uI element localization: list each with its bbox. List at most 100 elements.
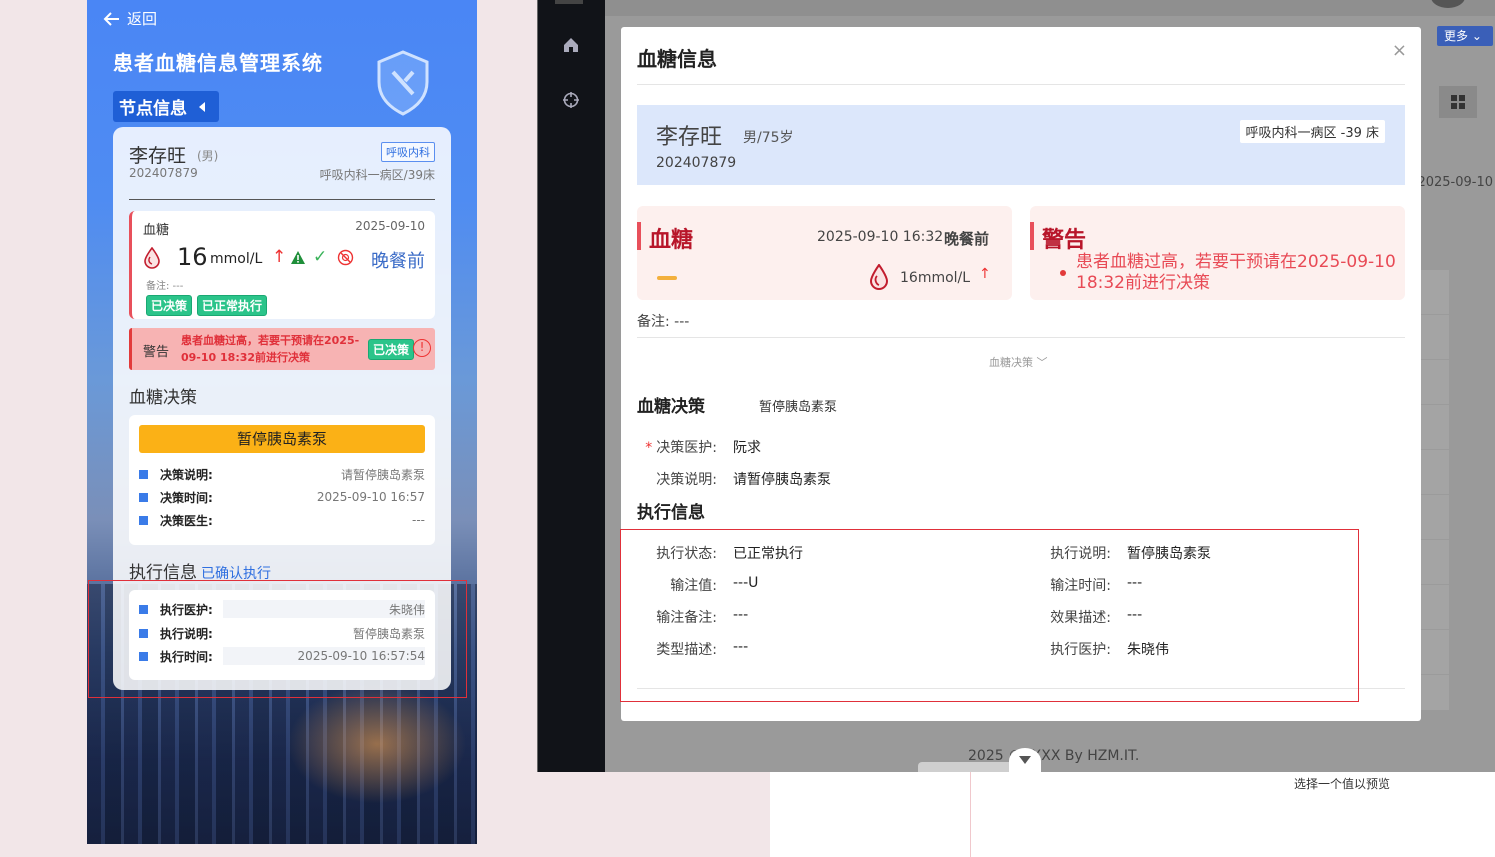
node-info-panel: 李存旺 (男) 呼吸内科 202407879 呼吸内科一病区/39床 血糖 20… <box>113 127 451 690</box>
grid-icon <box>1451 95 1465 109</box>
crosshair-icon[interactable] <box>562 91 580 109</box>
patient-sex-age: 男/75岁 <box>743 130 794 146</box>
node-info-label: 节点信息 <box>119 99 187 119</box>
execution-field: 执行说明: 暂停胰岛素泵 <box>1031 543 1211 563</box>
field-value: --- <box>1127 575 1143 591</box>
scroll-down-button[interactable] <box>1009 748 1041 774</box>
patient-bed: 呼吸内科一病区 -39 床 <box>1239 120 1385 143</box>
field-key-text: 决策医护: <box>656 440 717 456</box>
patient-bed: 呼吸内科一病区/39床 <box>319 168 435 182</box>
blood-sugar-card[interactable]: 血糖 2025-09-10 16 mmol/L ↑ ✓ 晚餐前 备注: --- … <box>129 211 435 319</box>
field-key: 执行说明: <box>1050 546 1111 562</box>
row-key: 执行医护: <box>160 602 213 617</box>
blood-sugar-label: 血糖 <box>143 223 170 238</box>
blood-sugar-card: 血糖 2025-09-10 16:32 晚餐前 16mmol/L ↑ <box>637 206 1012 300</box>
fold-label: 血糖决策 <box>989 356 1033 369</box>
field-value: --- <box>733 607 749 623</box>
dept-tag: 呼吸内科 <box>381 142 435 162</box>
caret-left-icon <box>199 101 205 112</box>
accent-bar <box>637 222 641 250</box>
status-tags: 已决策 已正常执行 <box>146 295 268 316</box>
warning-text: 患者血糖过高，若要干预请在2025-09-10 18:32前进行决策 <box>181 334 360 364</box>
system-title: 患者血糖信息管理系统 <box>113 51 323 75</box>
background-date: 2025-09-10 <box>1417 175 1493 190</box>
divider <box>129 199 435 200</box>
bullet-square-icon <box>139 469 148 479</box>
sidebar <box>538 0 605 772</box>
meal-time: 晚餐前 <box>371 251 425 272</box>
background-table <box>1419 270 1449 710</box>
warning-card[interactable]: 警告 患者血糖过高，若要干预请在2025-09-10 18:32前进行决策 已决… <box>129 328 435 370</box>
patient-name: 李存旺 <box>129 145 187 167</box>
decision-section-title: 血糖决策 <box>129 388 197 408</box>
warning-triangle-icon <box>291 251 305 264</box>
execution-card: 执行医护: 朱晓伟 执行说明: 暂停胰岛素泵 执行时间: 2025-09-10 … <box>129 590 435 680</box>
accent-bar <box>1030 222 1034 250</box>
decision-desc-field: 决策说明: 请暂停胰岛素泵 <box>637 469 831 489</box>
more-label: 更多 <box>1444 29 1469 43</box>
row-key: 决策说明: <box>160 467 213 482</box>
blood-sugar-datetime: 2025-09-10 16:32 <box>817 229 944 245</box>
field-key: 输注备注: <box>656 610 717 626</box>
dialog-title: 血糖信息 <box>637 47 717 71</box>
meal-time: 晚餐前 <box>944 230 990 248</box>
bullet-dot-icon <box>1060 270 1066 276</box>
field-value: ---U <box>733 575 759 591</box>
decision-action-button[interactable]: 暂停胰岛素泵 <box>139 425 425 453</box>
warning-card: 警告 患者血糖过高，若要干预请在2025-09-10 18:32前进行决策 <box>1030 206 1405 300</box>
blood-sugar-date: 2025-09-10 <box>355 219 425 233</box>
footer-copyright: 2025 ©XXXX By HZM.IT. <box>968 748 1140 764</box>
patient-sex: (男) <box>197 149 219 163</box>
decision-section-title: 血糖决策 <box>637 397 705 417</box>
decision-row: 决策医生: --- <box>139 511 425 529</box>
field-key: 输注值: <box>670 578 717 594</box>
forbidden-icon <box>337 249 354 266</box>
blood-sugar-unit: mmol/L <box>210 251 263 267</box>
row-value: 2025-09-10 16:57:54 <box>297 649 425 663</box>
field-key: 效果描述: <box>1050 610 1111 626</box>
blood-sugar-dialog: 血糖信息 × 李存旺 男/75岁 202407879 呼吸内科一病区 -39 床… <box>621 27 1421 721</box>
node-info-toggle[interactable]: 节点信息 <box>113 91 219 122</box>
close-icon[interactable]: × <box>1392 40 1407 61</box>
field-value: --- <box>733 639 749 655</box>
decision-action: 暂停胰岛素泵 <box>759 400 838 415</box>
alert-circle-icon[interactable]: ! <box>413 339 431 357</box>
field-key: 执行状态: <box>656 546 717 562</box>
menu-bar-icon[interactable] <box>555 0 583 4</box>
decision-row: 决策时间: 2025-09-10 16:57 <box>139 488 425 506</box>
execution-row: 执行时间: 2025-09-10 16:57:54 <box>139 647 425 665</box>
fold-toggle[interactable]: 血糖决策 ﹀ <box>989 354 1048 370</box>
row-value: 朱晓伟 <box>388 602 425 617</box>
warning-label: 警告 <box>1042 228 1087 253</box>
decision-doctor-field: * 决策医护: 阮求 <box>637 437 761 457</box>
field-key: * 决策医护: <box>637 437 717 457</box>
execution-status: 已确认执行 <box>201 566 271 582</box>
row-value: 请暂停胰岛素泵 <box>340 467 425 482</box>
note: 备注: --- <box>637 314 690 330</box>
blood-drop-icon <box>144 247 160 269</box>
more-button[interactable]: 更多 ⌄ <box>1437 26 1493 46</box>
field-value: 暂停胰岛素泵 <box>1127 546 1211 562</box>
patient-info-box: 李存旺 男/75岁 202407879 呼吸内科一病区 -39 床 <box>637 105 1405 185</box>
field-key: 执行医护: <box>1050 642 1111 658</box>
execution-field: 执行状态: 已正常执行 <box>637 543 803 563</box>
row-key: 执行时间: <box>160 649 213 664</box>
execution-field: 类型描述: --- <box>637 639 748 659</box>
chevron-down-icon: ﹀ <box>1036 356 1048 369</box>
decision-card: 暂停胰岛素泵 决策说明: 请暂停胰岛素泵 决策时间: 2025-09-10 16… <box>129 415 435 545</box>
home-icon[interactable] <box>562 36 580 54</box>
bullet-square-icon <box>139 604 148 614</box>
execution-field: 执行医护: 朱晓伟 <box>1031 639 1169 659</box>
back-button[interactable]: 返回 <box>103 8 157 29</box>
field-value: 朱晓伟 <box>1127 642 1169 658</box>
execution-field: 效果描述: --- <box>1031 607 1142 627</box>
bullet-square-icon <box>139 651 148 661</box>
grid-view-button[interactable] <box>1439 86 1477 118</box>
field-key: 决策说明: <box>656 472 717 488</box>
execution-section-title: 执行信息 已确认执行 <box>129 558 271 583</box>
chevron-down-icon <box>1019 756 1031 764</box>
level-dash-icon <box>657 276 677 280</box>
blood-sugar-value: 16 <box>177 243 208 271</box>
patient-name: 李存旺 <box>656 125 723 150</box>
execution-title: 执行信息 <box>129 563 197 583</box>
